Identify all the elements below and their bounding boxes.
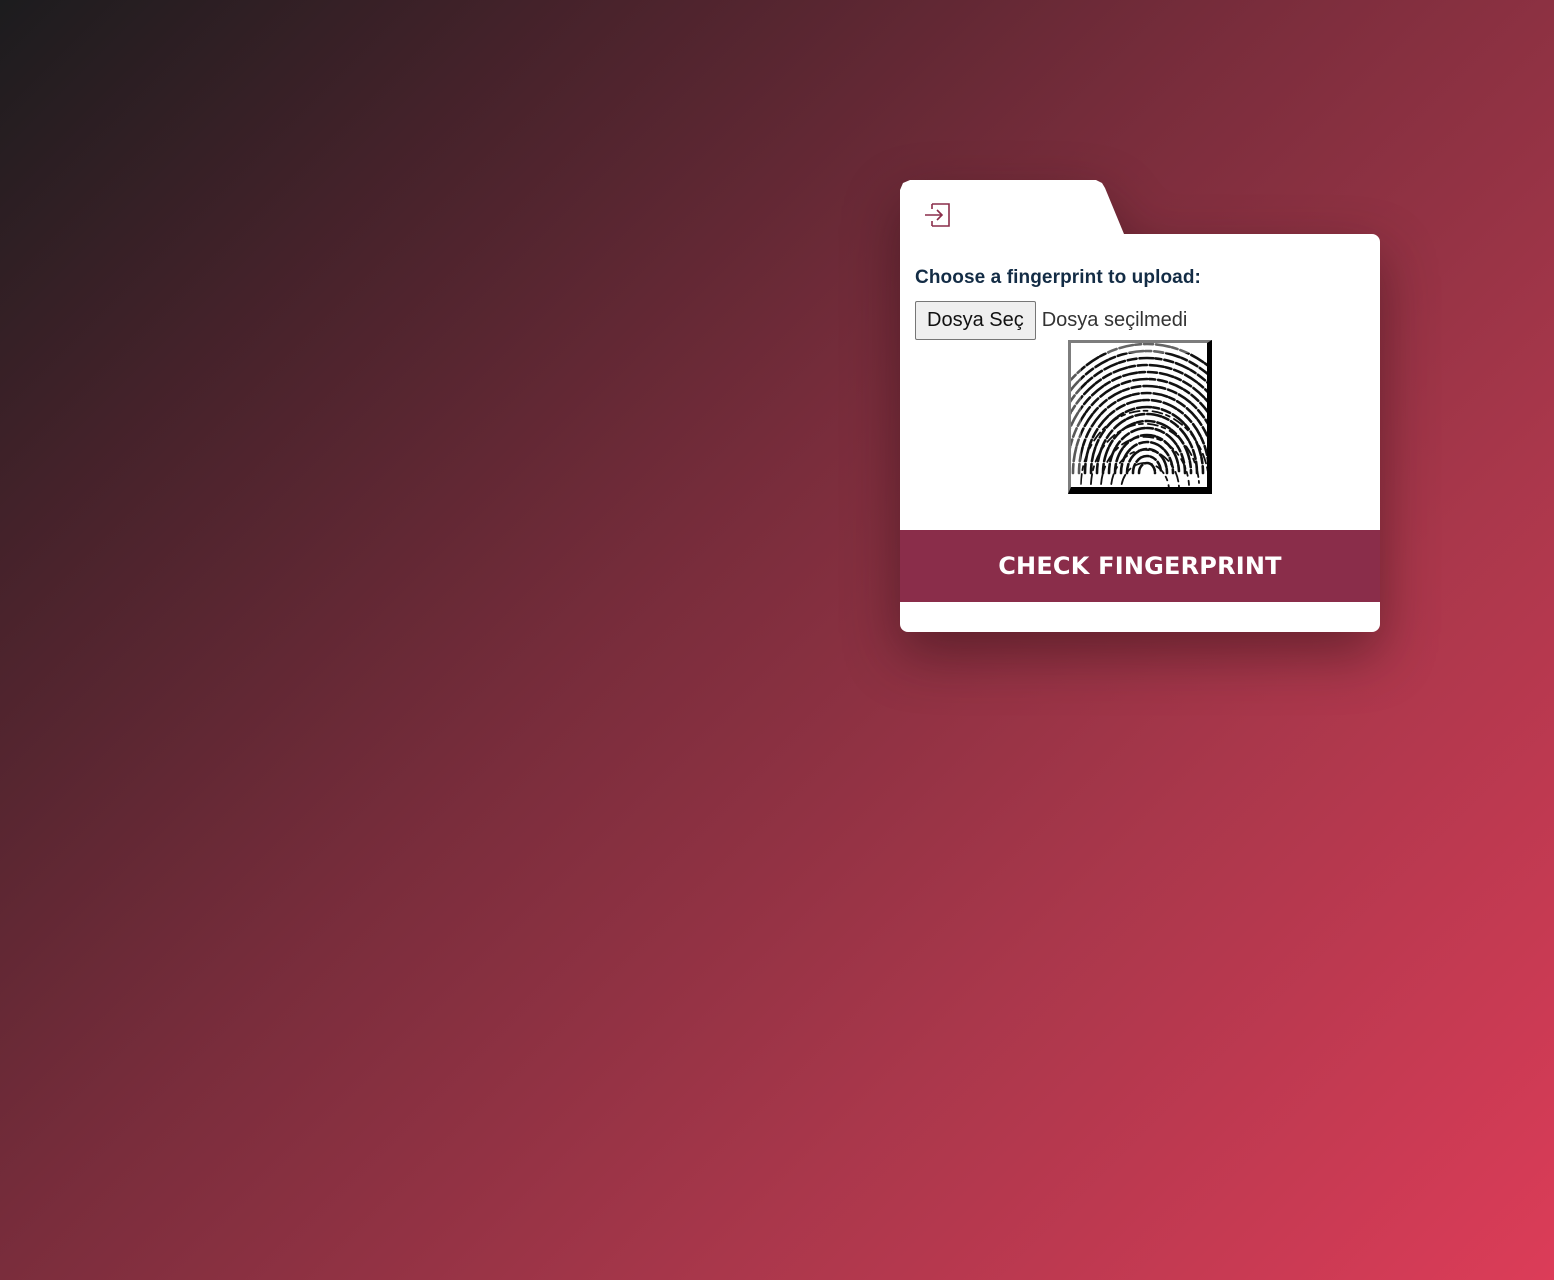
fingerprint-image: [1068, 340, 1212, 494]
card-tab[interactable]: [900, 180, 1124, 240]
file-status-text: Dosya seçilmedi: [1041, 309, 1188, 331]
choose-file-button[interactable]: Dosya Seç: [915, 301, 1036, 340]
upload-label: Choose a fingerprint to upload:: [915, 267, 1201, 288]
file-input[interactable]: Dosya Seç Dosya seçilmedi: [915, 301, 1187, 340]
upload-card: Choose a fingerprint to upload: Dosya Se…: [900, 180, 1380, 632]
fingerprint-graphic: [1071, 343, 1207, 487]
check-fingerprint-button[interactable]: CHECK FINGERPRINT: [900, 530, 1380, 602]
login-icon: [925, 203, 950, 227]
card-panel: Choose a fingerprint to upload: Dosya Se…: [900, 234, 1380, 632]
